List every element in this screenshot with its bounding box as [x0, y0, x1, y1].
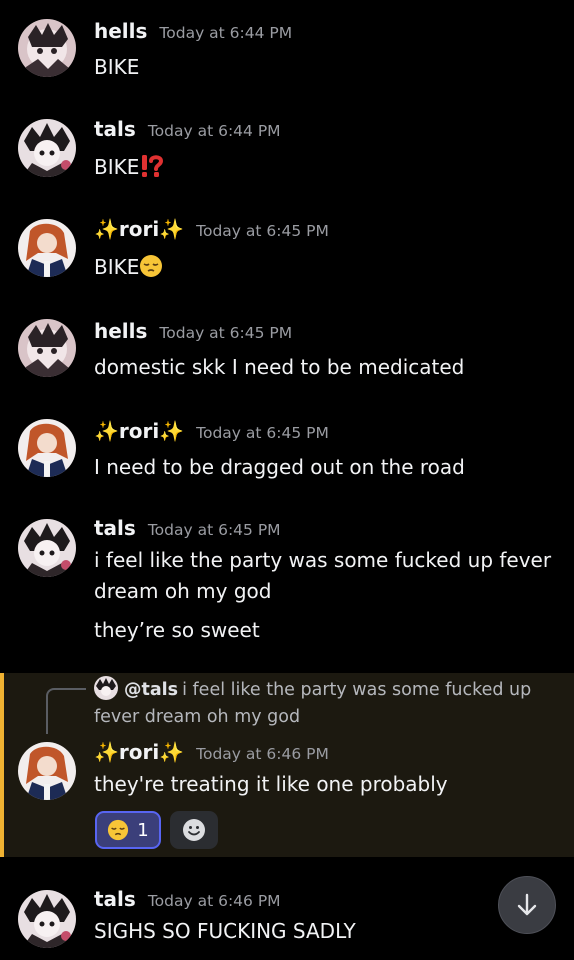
username[interactable]: rori [119, 419, 159, 443]
message-text: they're treating it like one probably [94, 772, 448, 796]
timestamp: Today at 6:44 PM [159, 24, 293, 42]
pensive-face-icon [139, 254, 163, 287]
message-text: BIKE [94, 55, 140, 79]
mention-highlight-bar [0, 673, 4, 857]
avatar-tals[interactable] [18, 890, 76, 948]
avatar-rori[interactable] [18, 219, 76, 277]
timestamp: Today at 6:46 PM [147, 892, 281, 910]
message-text: BIKE [94, 152, 554, 187]
timestamp: Today at 6:44 PM [147, 122, 281, 140]
reaction-pensive[interactable]: 1 [95, 811, 161, 849]
timestamp: Today at 6:45 PM [196, 222, 329, 240]
sparkles-icon: ✨ [159, 217, 185, 241]
message-text: they’re so sweet [94, 618, 260, 642]
avatar-tals[interactable] [18, 519, 76, 577]
message-text: I need to be dragged out on the road [94, 455, 465, 479]
reply-preview[interactable]: @tals i feel like the party was some fuck… [94, 676, 554, 731]
reply-connector [46, 688, 86, 734]
message-text: SIGHS SO FUCKING SADLY [94, 919, 356, 943]
username[interactable]: tals [94, 516, 136, 540]
reply-username[interactable]: @tals [124, 680, 178, 700]
avatar-tals[interactable] [18, 119, 76, 177]
sparkles-icon: ✨ [94, 419, 119, 443]
sparkles-icon: ✨ [94, 740, 119, 764]
username[interactable]: hells [94, 19, 147, 43]
timestamp: Today at 6:45 PM [159, 324, 293, 342]
sparkles-icon: ✨ [159, 419, 185, 443]
arrow-down-icon [514, 892, 540, 918]
sparkles-icon: ✨ [159, 740, 185, 764]
sparkles-icon: ✨ [94, 217, 119, 241]
avatar-hells[interactable] [18, 19, 76, 77]
avatar-rori[interactable] [18, 742, 76, 800]
smiley-icon [182, 818, 206, 842]
interrobang-icon [139, 154, 164, 187]
message-text: i feel like the party was some fucked up… [94, 548, 552, 603]
scroll-to-bottom-button[interactable] [498, 876, 556, 934]
reply-avatar-tals [94, 676, 118, 700]
reaction-count: 1 [137, 819, 149, 841]
username[interactable]: rori [119, 217, 159, 241]
avatar-rori[interactable] [18, 419, 76, 477]
pensive-face-icon [107, 819, 129, 841]
timestamp: Today at 6:45 PM [147, 521, 281, 539]
username[interactable]: tals [94, 117, 136, 141]
username[interactable]: rori [119, 740, 159, 764]
timestamp: Today at 6:45 PM [196, 424, 329, 442]
timestamp: Today at 6:46 PM [196, 745, 329, 763]
message-text: BIKE [94, 252, 554, 287]
avatar-hells[interactable] [18, 319, 76, 377]
chat-view: hells Today at 6:44 PM BIKE tals Today a… [0, 0, 574, 960]
username[interactable]: hells [94, 319, 147, 343]
username[interactable]: tals [94, 887, 136, 911]
message-text: domestic skk I need to be medicated [94, 355, 465, 379]
add-reaction-button[interactable] [170, 811, 218, 849]
